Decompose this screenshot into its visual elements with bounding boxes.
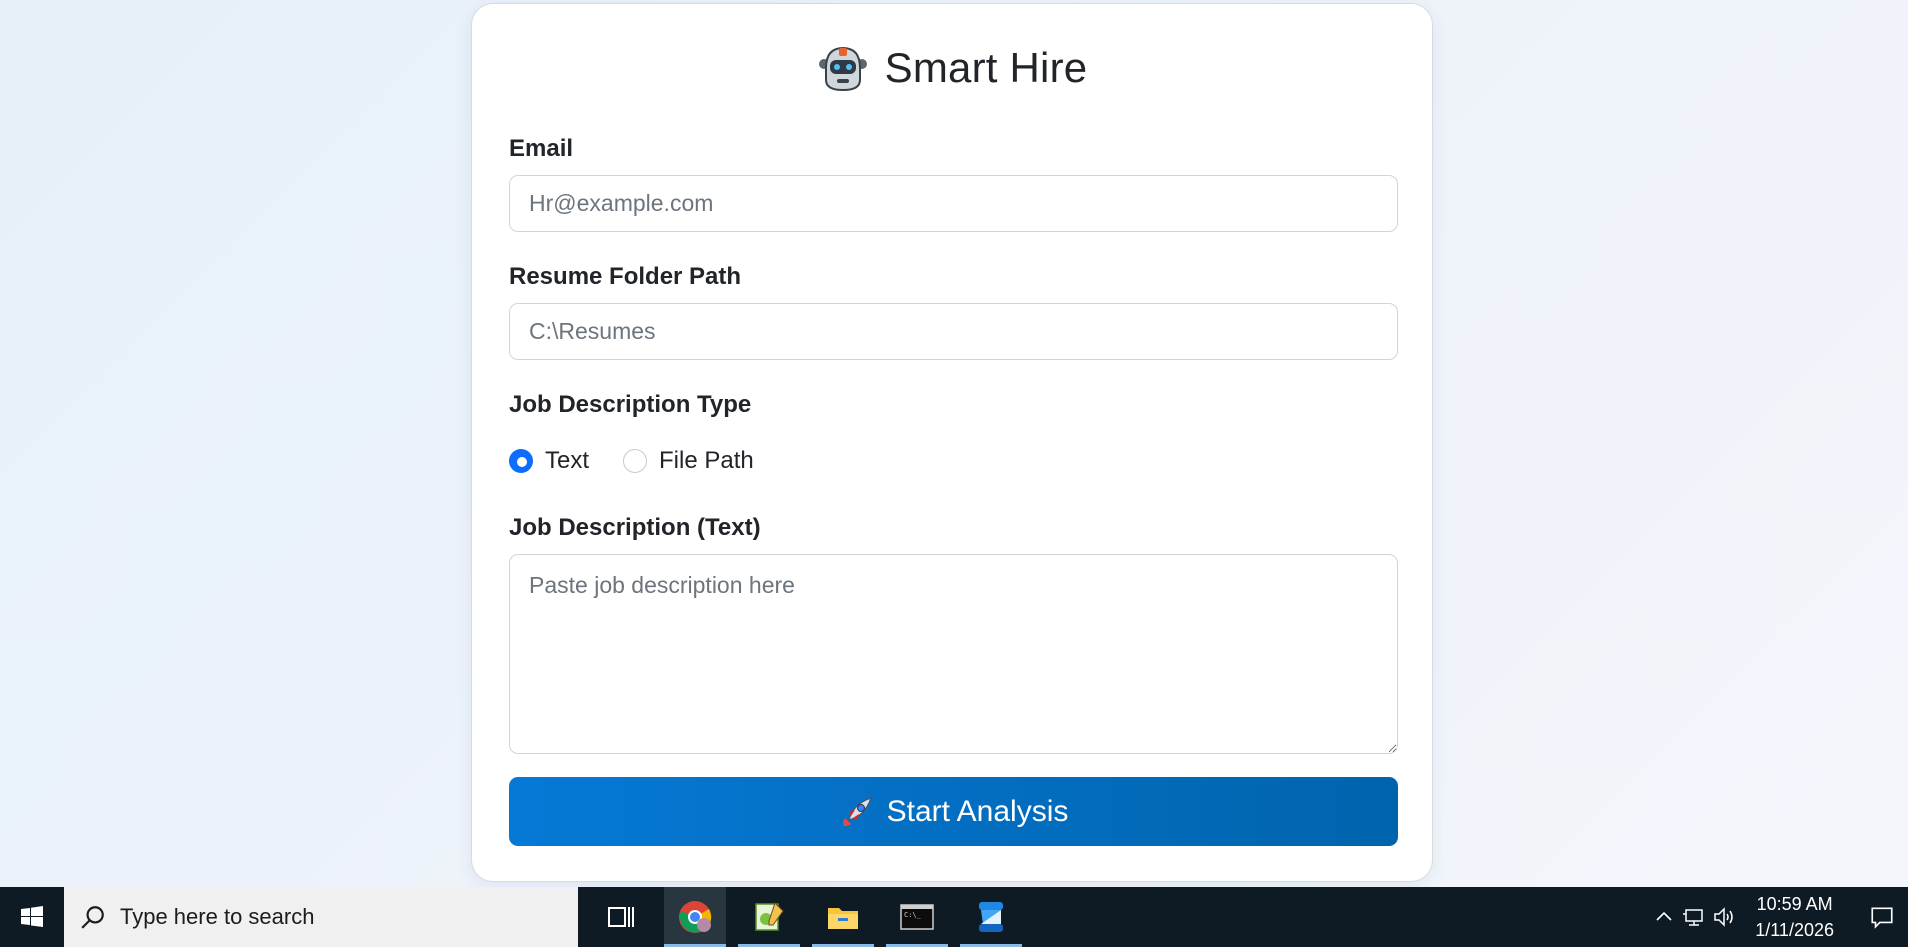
taskbar: Type here to search C:\_ 10:59 AM 1/11/2… bbox=[0, 887, 1908, 947]
taskbar-search-placeholder: Type here to search bbox=[120, 904, 315, 929]
start-analysis-button[interactable]: Start Analysis bbox=[509, 777, 1398, 846]
clock-time: 10:59 AM bbox=[1756, 894, 1833, 914]
radio-text[interactable] bbox=[509, 449, 533, 473]
windows-icon bbox=[21, 906, 43, 927]
radio-file-path[interactable] bbox=[623, 449, 648, 473]
taskbar-file-explorer[interactable] bbox=[812, 887, 874, 947]
form-card: Smart Hire Email Resume Folder Path Job … bbox=[471, 3, 1433, 882]
radio-option-file-path[interactable]: File Path bbox=[623, 447, 754, 475]
start-analysis-label[interactable]: Start Analysis bbox=[887, 795, 1069, 829]
volume-button[interactable] bbox=[1709, 887, 1739, 947]
radio-file-path-label[interactable]: File Path bbox=[659, 447, 754, 475]
taskbar-notepad-plus[interactable] bbox=[738, 887, 800, 947]
clock[interactable]: 10:59 AM 1/11/2026 bbox=[1755, 891, 1834, 943]
taskbar-search[interactable]: Type here to search bbox=[64, 887, 578, 947]
email-label: Email bbox=[509, 135, 574, 162]
jd-type-radio-group: Text File Path bbox=[509, 447, 788, 475]
header: Smart Hire bbox=[472, 42, 1432, 94]
clock-date: 1/11/2026 bbox=[1755, 920, 1834, 940]
resume-folder-label: Resume Folder Path bbox=[509, 263, 742, 290]
search-icon bbox=[81, 906, 104, 929]
notifications-button[interactable] bbox=[1856, 887, 1908, 947]
network-button[interactable] bbox=[1679, 887, 1709, 947]
file-explorer-icon bbox=[828, 908, 858, 929]
blue-app-icon bbox=[979, 902, 1003, 932]
jd-type-label: Job Description Type bbox=[509, 391, 752, 418]
chevron-up-icon bbox=[1656, 911, 1672, 921]
robot-icon bbox=[817, 42, 869, 94]
show-hidden-icons-button[interactable] bbox=[1649, 887, 1679, 947]
rocket-icon bbox=[839, 794, 875, 830]
start-button[interactable] bbox=[0, 887, 64, 947]
chrome-icon bbox=[679, 901, 712, 933]
speaker-icon bbox=[1714, 907, 1733, 927]
jd-text-label: Job Description (Text) bbox=[509, 514, 761, 541]
resume-folder-field[interactable] bbox=[509, 303, 1398, 360]
task-view-icon bbox=[608, 907, 634, 927]
notepad-plus-icon bbox=[755, 902, 784, 931]
app-title: Smart Hire bbox=[884, 44, 1088, 91]
network-icon bbox=[1683, 909, 1703, 926]
system-tray: 10:59 AM 1/11/2026 bbox=[1649, 887, 1908, 947]
terminal-icon: C:\_ bbox=[900, 904, 934, 930]
notification-icon bbox=[1871, 907, 1893, 929]
taskbar-blue-app[interactable] bbox=[960, 887, 1022, 947]
task-view-button[interactable] bbox=[590, 887, 652, 947]
email-field[interactable] bbox=[509, 175, 1398, 232]
svg-text:C:\_: C:\_ bbox=[904, 911, 922, 919]
radio-option-text[interactable]: Text bbox=[509, 447, 589, 475]
taskbar-chrome[interactable] bbox=[664, 887, 726, 947]
taskbar-terminal[interactable]: C:\_ bbox=[886, 887, 948, 947]
radio-text-label[interactable]: Text bbox=[545, 447, 589, 475]
jd-textarea[interactable] bbox=[509, 554, 1398, 754]
